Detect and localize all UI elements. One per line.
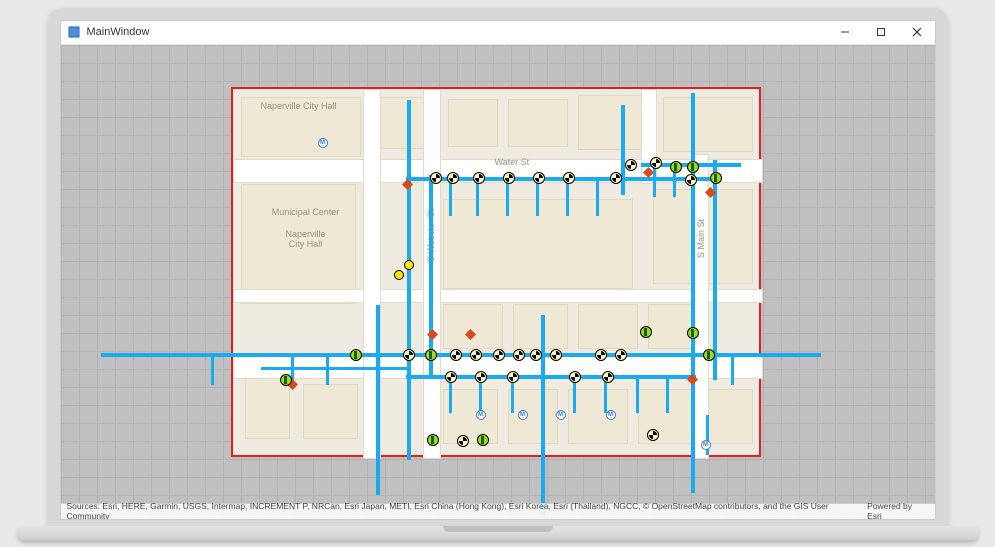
valve-icon bbox=[445, 371, 457, 383]
valve-icon bbox=[569, 371, 581, 383]
pipe bbox=[261, 367, 411, 370]
valve-icon bbox=[595, 349, 607, 361]
valve-icon bbox=[450, 349, 462, 361]
maximize-button[interactable] bbox=[863, 20, 899, 44]
application-window: MainWindow bbox=[60, 20, 936, 520]
map-label: Naperville City Hall bbox=[261, 229, 351, 249]
window-title: MainWindow bbox=[87, 26, 150, 38]
junction-icon bbox=[687, 327, 699, 339]
junction-icon bbox=[280, 374, 292, 386]
junction-icon bbox=[640, 326, 652, 338]
meter-icon bbox=[476, 410, 486, 420]
valve-icon bbox=[513, 349, 525, 361]
valve-icon bbox=[507, 371, 519, 383]
laptop-frame: MainWindow bbox=[48, 8, 948, 540]
lateral bbox=[653, 165, 656, 197]
laptop-base bbox=[18, 526, 978, 540]
valve-icon bbox=[430, 172, 442, 184]
window-titlebar[interactable]: MainWindow bbox=[61, 21, 935, 45]
pipe bbox=[691, 93, 695, 493]
valve-icon bbox=[550, 349, 562, 361]
valve-icon bbox=[625, 159, 637, 171]
valve-icon bbox=[403, 349, 415, 361]
attribution-powered[interactable]: Powered by Esri bbox=[867, 501, 928, 519]
lateral bbox=[326, 355, 329, 385]
valve-icon bbox=[602, 371, 614, 383]
attribution-sources: Sources: Esri, HERE, Garmin, USGS, Inter… bbox=[67, 501, 868, 519]
valve-icon bbox=[650, 157, 662, 169]
valve-icon bbox=[503, 172, 515, 184]
junction-icon bbox=[687, 161, 699, 173]
valve-icon bbox=[530, 349, 542, 361]
valve-icon bbox=[470, 349, 482, 361]
minimize-button[interactable] bbox=[827, 20, 863, 44]
junction-icon bbox=[710, 172, 722, 184]
lateral bbox=[211, 355, 214, 385]
lateral bbox=[449, 180, 452, 216]
junction-icon bbox=[427, 434, 439, 446]
meter-icon bbox=[518, 410, 528, 420]
lateral bbox=[506, 180, 509, 216]
valve-icon bbox=[457, 435, 469, 447]
pipe bbox=[407, 100, 411, 460]
pipe bbox=[541, 315, 545, 515]
meter-icon bbox=[318, 138, 328, 148]
map-label: Municipal Center bbox=[261, 207, 351, 217]
valve-icon bbox=[473, 172, 485, 184]
attribution-bar: Sources: Esri, HERE, Garmin, USGS, Inter… bbox=[61, 503, 935, 519]
lateral bbox=[476, 180, 479, 216]
app-icon bbox=[67, 25, 81, 39]
map-layer: Naperville City Hall Municipal Center Na… bbox=[61, 45, 935, 519]
junction-icon bbox=[477, 434, 489, 446]
lateral bbox=[536, 180, 539, 216]
street-label: Water St bbox=[495, 157, 530, 167]
pipe bbox=[376, 305, 380, 495]
lateral bbox=[731, 355, 734, 385]
meter-icon bbox=[606, 410, 616, 420]
valve-icon bbox=[447, 172, 459, 184]
screen-bezel: MainWindow bbox=[48, 8, 948, 526]
lateral bbox=[666, 377, 669, 413]
map-viewport[interactable]: Naperville City Hall Municipal Center Na… bbox=[61, 45, 935, 519]
meter-icon bbox=[701, 440, 711, 450]
valve-icon bbox=[493, 349, 505, 361]
junction-icon bbox=[350, 349, 362, 361]
valve-icon bbox=[563, 172, 575, 184]
lateral bbox=[636, 377, 639, 413]
node-icon bbox=[404, 260, 414, 270]
close-button[interactable] bbox=[899, 20, 935, 44]
junction-icon bbox=[670, 161, 682, 173]
valve-icon bbox=[475, 371, 487, 383]
valve-icon bbox=[647, 429, 659, 441]
valve-icon bbox=[533, 172, 545, 184]
junction-icon bbox=[703, 349, 715, 361]
node-icon bbox=[394, 270, 404, 280]
valve-icon bbox=[685, 174, 697, 186]
lateral bbox=[566, 180, 569, 216]
pipe bbox=[429, 175, 433, 375]
valve-icon bbox=[610, 172, 622, 184]
valve-icon bbox=[615, 349, 627, 361]
basemap: Naperville City Hall Municipal Center Na… bbox=[233, 89, 759, 455]
street-label: S Main St bbox=[696, 219, 706, 258]
junction-icon bbox=[425, 349, 437, 361]
meter-icon bbox=[556, 410, 566, 420]
lateral bbox=[596, 180, 599, 216]
map-label: Naperville City Hall bbox=[261, 101, 337, 111]
extent-rectangle: Naperville City Hall Municipal Center Na… bbox=[231, 87, 761, 457]
